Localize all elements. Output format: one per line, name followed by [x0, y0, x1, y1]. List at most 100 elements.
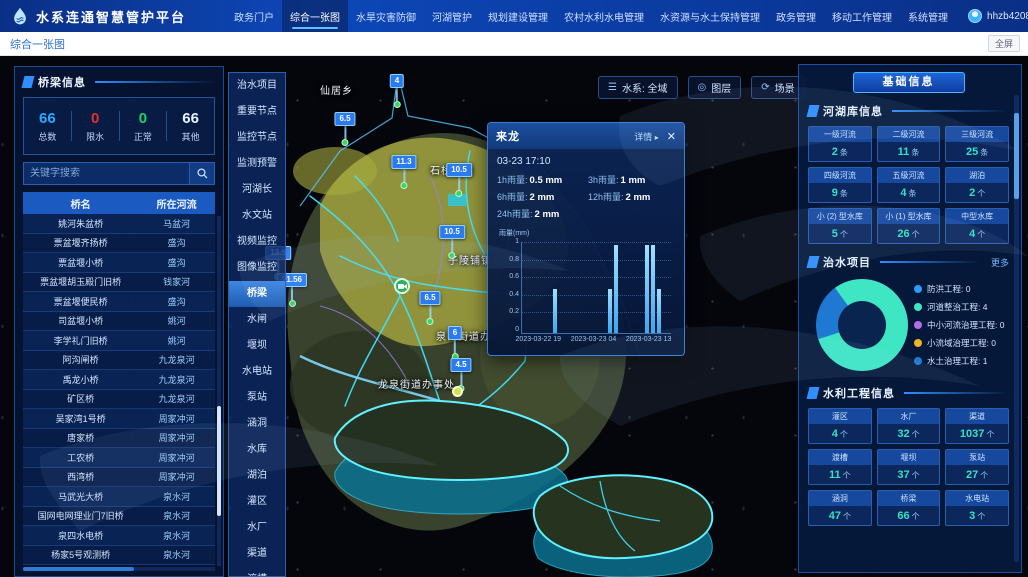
layer-item[interactable]: 灌区: [229, 489, 285, 515]
table-row[interactable]: 马武光大桥泉水河: [23, 487, 215, 507]
legend-label: 中小河流治理工程: 0: [927, 319, 1004, 331]
layer-item[interactable]: 渠道: [229, 541, 285, 567]
table-row[interactable]: 工农桥周家冲河: [23, 448, 215, 468]
cell-bridge-name: 票盆堰胡玉殿门旧桥: [23, 275, 138, 288]
chart-bar: [608, 289, 612, 333]
nav-item[interactable]: 政务门户: [226, 0, 282, 32]
layer-item[interactable]: 监测预警: [229, 151, 285, 177]
layer-item[interactable]: 图像监控: [229, 255, 285, 281]
user-chip[interactable]: hhzb42080261 ▾: [956, 9, 1028, 23]
info-card-label: 小 (2) 型水库: [809, 209, 871, 224]
table-row[interactable]: 阿沟闸桥九龙泉河: [23, 351, 215, 371]
map-control[interactable]: ☰水系: 全域: [598, 76, 678, 99]
nav-item[interactable]: 水资源与水土保持管理: [652, 0, 768, 32]
table-row[interactable]: 吴家湾1号桥周家冲河: [23, 409, 215, 429]
water-level-marker[interactable]: 11.3: [391, 151, 416, 189]
table-row[interactable]: 票盆堰齐扬桥盛沟: [23, 234, 215, 254]
legend-item: 防洪工程: 0: [914, 283, 1009, 295]
top-navbar: 水系连通智慧管护平台 政务门户综合一张图水旱灾害防御河湖管护规划建设管理农村水利…: [0, 0, 1028, 32]
vertical-scrollbar[interactable]: [217, 216, 221, 566]
table-row[interactable]: 司盆堰小桥姚河: [23, 312, 215, 332]
stat-label: 其他: [167, 130, 214, 143]
layer-item[interactable]: 监控节点: [229, 125, 285, 151]
layer-item[interactable]: 泵站: [229, 385, 285, 411]
rainfall-metric: 1h雨量:0.5 mm: [497, 173, 584, 186]
table-row[interactable]: 泉四水电桥泉水河: [23, 526, 215, 546]
table-row[interactable]: 西湾桥周家冲河: [23, 468, 215, 488]
rivers-card-grid: 一级河流2条二级河流11条三级河流25条四级河流9条五级河流4条湖泊2个小 (2…: [808, 126, 1009, 244]
map-control[interactable]: ⟳场景: [751, 76, 804, 99]
marker-stem: [451, 239, 453, 252]
nav-item[interactable]: 农村水利水电管理: [556, 0, 652, 32]
layer-item[interactable]: 水电站: [229, 359, 285, 385]
camera-marker-icon[interactable]: [394, 278, 410, 294]
layer-item[interactable]: 堰坝: [229, 333, 285, 359]
nav-item[interactable]: 政务管理: [768, 0, 824, 32]
layer-item[interactable]: 水库: [229, 437, 285, 463]
nav-item[interactable]: 综合一张图: [282, 0, 348, 32]
marker-value: 4: [390, 74, 404, 88]
table-row[interactable]: 禹龙小桥九龙泉河: [23, 370, 215, 390]
layer-item[interactable]: 桥梁: [229, 281, 285, 307]
marker-value: 6.5: [419, 291, 440, 305]
layer-menu: 治水项目重要节点监控节点监测预警河湖长水文站视频监控图像监控桥梁水闸堰坝水电站泵…: [228, 72, 286, 577]
basic-info-tab[interactable]: 基础信息: [853, 72, 965, 93]
layer-item[interactable]: 涵洞: [229, 411, 285, 437]
table-row[interactable]: 李学礼门旧桥姚河: [23, 331, 215, 351]
info-card: 二级河流11条: [877, 126, 941, 162]
nav-item[interactable]: 规划建设管理: [480, 0, 556, 32]
water-level-marker[interactable]: 6.5: [334, 108, 355, 146]
marker-value: 4.5: [450, 358, 471, 372]
horizontal-scrollbar[interactable]: [23, 567, 215, 571]
table-row[interactable]: 姚河朱盆桥马盆河: [23, 214, 215, 234]
cell-bridge-name: 阿沟闸桥: [23, 353, 138, 366]
layer-item[interactable]: 视频监控: [229, 229, 285, 255]
water-level-marker[interactable]: 6.5: [419, 287, 440, 325]
layer-item[interactable]: 河湖长: [229, 177, 285, 203]
fullscreen-button[interactable]: 全屏: [988, 35, 1020, 52]
projects-more-link[interactable]: 更多: [991, 256, 1009, 269]
marker-pin-icon: [427, 318, 434, 325]
table-row[interactable]: 唐家桥周家冲河: [23, 429, 215, 449]
right-panel-scrollbar[interactable]: [1014, 95, 1019, 562]
cell-bridge-name: 泉四水电桥: [23, 529, 138, 542]
layer-item[interactable]: 湖泊: [229, 463, 285, 489]
water-level-marker[interactable]: 10.5: [439, 221, 465, 259]
poi-marker-icon[interactable]: [452, 386, 463, 397]
map-control[interactable]: ◎图层: [688, 76, 742, 99]
layer-item[interactable]: 水文站: [229, 203, 285, 229]
layer-item[interactable]: 水闸: [229, 307, 285, 333]
nav-item[interactable]: 移动工作管理: [824, 0, 900, 32]
table-row[interactable]: 国网电网理业门7旧桥泉水河: [23, 507, 215, 527]
close-icon[interactable]: ✕: [667, 130, 676, 143]
detail-link[interactable]: 详情 ▸: [634, 130, 659, 143]
layer-item[interactable]: 水厂: [229, 515, 285, 541]
table-row[interactable]: 矿区桥九龙泉河: [23, 390, 215, 410]
cell-bridge-name: 唐家桥: [23, 431, 138, 444]
table-row[interactable]: 票盆堰胡玉殿门旧桥钱家河: [23, 273, 215, 293]
table-row[interactable]: 票盆堰便民桥盛沟: [23, 292, 215, 312]
legend-dot-icon: [914, 321, 922, 329]
cell-river-name: 马盆河: [138, 217, 215, 230]
info-card-value: 9条: [809, 183, 871, 202]
map-control-label: 水系: 全域: [622, 80, 668, 95]
nav-item[interactable]: 河湖管护: [424, 0, 480, 32]
water-level-marker[interactable]: 4: [390, 70, 404, 108]
popup-time: 03-23 17:10: [497, 156, 675, 167]
layer-item[interactable]: 重要节点: [229, 99, 285, 125]
table-row[interactable]: 票盆堰小桥盛沟: [23, 253, 215, 273]
legend-label: 河道整治工程: 4: [927, 301, 987, 313]
info-card-label: 四级河流: [809, 168, 871, 183]
search-input[interactable]: [23, 162, 189, 185]
table-row[interactable]: 杨家5号观测桥泉水河: [23, 546, 215, 566]
search-button[interactable]: [189, 162, 215, 185]
nav-item[interactable]: 水旱灾害防御: [348, 0, 424, 32]
cell-bridge-name: 工农桥: [23, 451, 138, 464]
info-card-unit: 条: [911, 148, 919, 157]
marker-pin-icon: [393, 101, 400, 108]
water-level-marker[interactable]: 10.5: [446, 159, 472, 197]
nav-item[interactable]: 系统管理: [900, 0, 956, 32]
breadcrumb[interactable]: 综合一张图: [0, 36, 65, 52]
layer-item[interactable]: 渡槽: [229, 567, 285, 577]
layer-item[interactable]: 治水项目: [229, 73, 285, 99]
